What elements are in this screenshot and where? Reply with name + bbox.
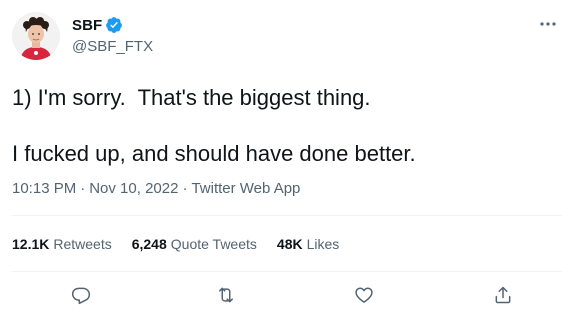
meta-separator: · xyxy=(182,180,188,197)
retweet-button[interactable] xyxy=(213,282,239,308)
tweet-stats: 12.1K Retweets 6,248 Quote Tweets 48K Li… xyxy=(12,236,359,252)
tweet-date[interactable]: Nov 10, 2022 xyxy=(89,180,178,197)
meta-separator: · xyxy=(80,180,86,197)
divider xyxy=(12,271,562,272)
likes-label: Likes xyxy=(306,236,340,252)
profile-avatar-icon xyxy=(12,12,60,60)
heart-icon xyxy=(355,287,373,303)
retweets-count: 12.1K xyxy=(12,236,50,252)
retweets-stat[interactable]: 12.1K Retweets xyxy=(12,236,112,252)
quote-tweets-label: Quote Tweets xyxy=(170,236,257,252)
like-button[interactable] xyxy=(351,282,377,308)
tweet-meta: 10:13 PM · Nov 10, 2022 · Twitter Web Ap… xyxy=(12,180,300,197)
tweet-text: 1) I'm sorry. That's the biggest thing. … xyxy=(12,84,562,168)
more-dots-icon xyxy=(540,22,556,26)
reply-button[interactable] xyxy=(68,282,94,308)
likes-stat[interactable]: 48K Likes xyxy=(277,236,339,252)
likes-count: 48K xyxy=(276,236,303,252)
quote-tweets-count: 6,248 xyxy=(131,236,167,252)
reply-icon xyxy=(71,287,91,305)
retweets-label: Retweets xyxy=(53,236,112,252)
tweet-line: 1) I'm sorry. That's the biggest thing. xyxy=(12,85,371,110)
author-handle[interactable]: @SBF_FTX xyxy=(72,38,153,55)
share-icon xyxy=(495,286,511,304)
more-options-button[interactable] xyxy=(534,14,562,34)
tweet-source[interactable]: Twitter Web App xyxy=(191,180,300,197)
divider xyxy=(12,215,562,216)
retweet-icon xyxy=(219,287,233,303)
tweet-time[interactable]: 10:13 PM xyxy=(12,180,76,197)
verified-badge-icon xyxy=(105,16,123,34)
avatar[interactable] xyxy=(12,12,60,60)
tweet-line: I fucked up, and should have done better… xyxy=(12,141,416,166)
share-button[interactable] xyxy=(490,282,516,308)
tweet-card: SBF @SBF_FTX 1) I'm sorry. That's the bi… xyxy=(0,0,574,319)
display-name[interactable]: SBF xyxy=(72,17,102,34)
tweet-actions xyxy=(0,280,574,310)
author-name-row[interactable]: SBF xyxy=(72,15,123,35)
quote-tweets-stat[interactable]: 6,248 Quote Tweets xyxy=(132,236,257,252)
